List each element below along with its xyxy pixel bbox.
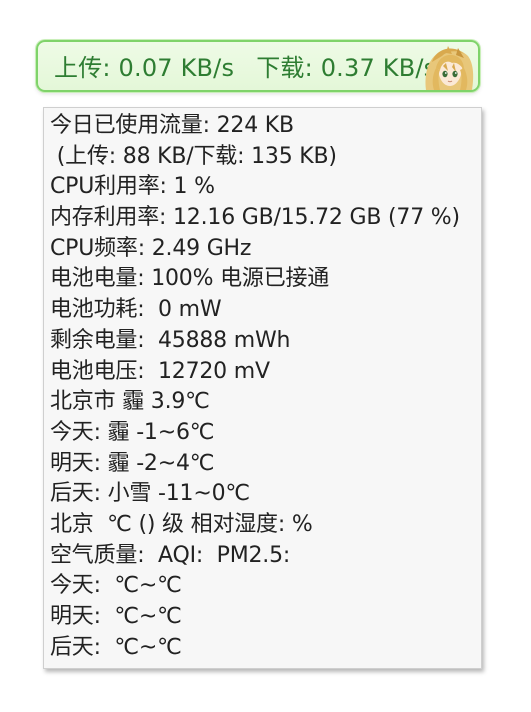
- list-item: 电池功耗: 0 mW: [50, 297, 222, 323]
- list-item: 电池电量: 100% 电源已接通: [50, 266, 330, 292]
- list-item: 内存利用率: 12.16 GB/15.72 GB (77 %): [50, 205, 460, 231]
- list-item: 今天: ℃~℃: [50, 573, 182, 599]
- upload-speed: 上传: 0.07 KB/s: [54, 54, 235, 82]
- list-item: 后天: 小雪 -11~0℃: [50, 481, 250, 507]
- list-item: CPU利用率: 1 %: [50, 174, 215, 200]
- list-item: (上传: 88 KB/下载: 135 KB): [50, 143, 337, 169]
- info-tooltip-panel: 今日已使用流量: 224 KB (上传: 88 KB/下载: 135 KB) C…: [43, 107, 482, 669]
- list-item: 剩余电量: 45888 mWh: [50, 327, 291, 353]
- info-list: 今日已使用流量: 224 KB (上传: 88 KB/下载: 135 KB) C…: [50, 111, 460, 663]
- list-item: 空气质量: AQI: PM2.5:: [50, 542, 297, 568]
- list-item: 今天: 霾 -1~6℃: [50, 419, 215, 445]
- list-item: 明天: 霾 -2~4℃: [50, 450, 215, 476]
- list-item: 北京市 霾 3.9℃: [50, 389, 210, 415]
- anime-girl-mascot-icon: [425, 46, 474, 90]
- list-item: 北京 ℃ () 级 相对湿度: %: [50, 511, 313, 537]
- speed-readout: 上传: 0.07 KB/s 下载: 0.37 KB/s: [54, 53, 436, 83]
- list-item: 后天: ℃~℃: [50, 634, 182, 660]
- list-item: 今日已使用流量: 224 KB: [50, 113, 294, 138]
- list-item: 明天: ℃~℃: [50, 604, 182, 629]
- list-item: CPU频率: 2.49 GHz: [50, 235, 252, 261]
- download-speed: 下载: 0.37 KB/s: [256, 54, 437, 82]
- list-item: 电池电压: 12720 mV: [50, 358, 270, 384]
- speed-floating-window[interactable]: 上传: 0.07 KB/s 下载: 0.37 KB/s: [36, 40, 480, 92]
- traffic-monitor-root: 上传: 0.07 KB/s 下载: 0.37 KB/s 今日已使用流量: 224…: [0, 0, 531, 712]
